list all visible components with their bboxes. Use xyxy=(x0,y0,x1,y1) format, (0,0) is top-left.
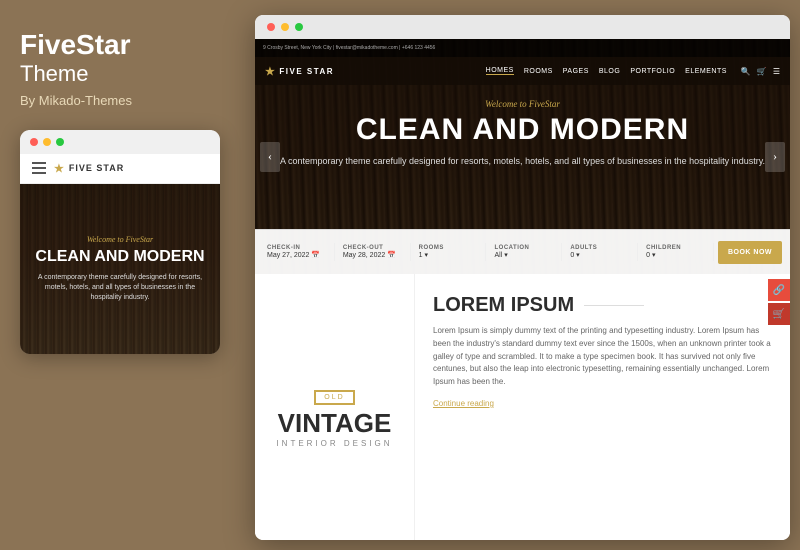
browser-dot-green xyxy=(295,23,303,31)
brand-subtitle: Theme xyxy=(20,61,88,87)
nav-item-portfolio[interactable]: PORTFOLIO xyxy=(630,68,675,75)
checkout-value: May 28, 2022 📅 xyxy=(343,251,406,259)
vintage-section: OLD VINTAGE INTERIOR DESIGN xyxy=(255,274,415,540)
booking-rooms: ROOMS 1 ▾ xyxy=(415,243,487,261)
mobile-headline: CLEAN AND MODERN xyxy=(35,248,204,266)
carousel-arrow-right[interactable]: › xyxy=(765,142,785,172)
dot-green xyxy=(56,138,64,146)
nav-item-elements[interactable]: ELEMENTS xyxy=(685,68,727,75)
nav-icons: 🔍 🛒 ☰ xyxy=(741,67,780,76)
continue-reading-link[interactable]: Continue reading xyxy=(433,399,772,408)
dot-red xyxy=(30,138,38,146)
cart-icon[interactable]: 🛒 xyxy=(757,67,767,76)
nav-item-blog[interactable]: BLOG xyxy=(599,68,620,75)
content-title: LOREM IPSUM xyxy=(433,294,772,317)
desktop-logo: ★ FIVE STAR xyxy=(265,65,482,78)
desktop-preview: 9 Crosby Street, New York City | fivesta… xyxy=(255,15,790,540)
nav-item-rooms[interactable]: ROOMS xyxy=(524,68,553,75)
booking-bar: CHECK-IN May 27, 2022 📅 CHECK-OUT May 28… xyxy=(255,229,790,274)
star-icon: ★ xyxy=(54,162,65,175)
location-value: All ▾ xyxy=(494,251,557,259)
side-icons: 🔗 🛒 xyxy=(768,279,790,325)
desktop-logo-text: FIVE STAR xyxy=(279,67,334,76)
mobile-hero: Welcome to FiveStar CLEAN AND MODERN A c… xyxy=(20,184,220,354)
desktop-subtext: A contemporary theme carefully designed … xyxy=(275,155,770,169)
mobile-nav: ★ FIVE STAR xyxy=(20,154,220,184)
search-icon[interactable]: 🔍 xyxy=(741,67,751,76)
mobile-welcome-text: Welcome to FiveStar xyxy=(87,235,153,244)
carousel-arrow-left[interactable]: ‹ xyxy=(260,142,280,172)
menu-icon[interactable]: ☰ xyxy=(773,67,780,76)
brand-name: FiveStar xyxy=(20,30,131,61)
adults-value: 0 ▾ xyxy=(570,251,633,259)
vintage-badge: OLD xyxy=(314,390,354,405)
mobile-logo: ★ FIVE STAR xyxy=(54,162,124,175)
mobile-logo-text: FIVE STAR xyxy=(69,163,124,173)
mobile-hero-content: Welcome to FiveStar CLEAN AND MODERN A c… xyxy=(20,184,220,354)
vintage-title: VINTAGE xyxy=(278,410,392,436)
booking-checkout: CHECK-OUT May 28, 2022 📅 xyxy=(339,243,411,261)
content-text: Lorem Ipsum is simply dummy text of the … xyxy=(433,325,772,389)
booking-location: LOCATION All ▾ xyxy=(490,243,562,261)
content-section: LOREM IPSUM Lorem Ipsum is simply dummy … xyxy=(415,274,790,540)
booking-children: CHILDREN 0 ▾ xyxy=(642,243,714,261)
top-bar-text: 9 Crosby Street, New York City | fivesta… xyxy=(263,45,435,51)
mobile-browser-bar xyxy=(20,130,220,154)
desktop-browser-bar xyxy=(255,15,790,39)
rooms-value: 1 ▾ xyxy=(419,251,482,259)
desktop-top-nav: 9 Crosby Street, New York City | fivesta… xyxy=(255,39,790,57)
dot-yellow xyxy=(43,138,51,146)
hamburger-icon[interactable] xyxy=(32,162,46,174)
desktop-hero-content: Welcome to FiveStar CLEAN AND MODERN A c… xyxy=(255,99,790,169)
desktop-hero-section: 9 Crosby Street, New York City | fivesta… xyxy=(255,39,790,274)
desktop-welcome-text: Welcome to FiveStar xyxy=(275,99,770,109)
nav-item-pages[interactable]: PAGES xyxy=(563,68,589,75)
browser-dot-red xyxy=(267,23,275,31)
book-now-button[interactable]: BOOK NOW xyxy=(718,241,782,264)
mobile-preview: ★ FIVE STAR Welcome to FiveStar CLEAN AN… xyxy=(20,130,220,354)
brand-author: By Mikado-Themes xyxy=(20,93,132,108)
desktop-bottom-section: OLD VINTAGE INTERIOR DESIGN LOREM IPSUM … xyxy=(255,274,790,540)
side-share-icon[interactable]: 🔗 xyxy=(768,279,790,301)
side-cart-icon[interactable]: 🛒 xyxy=(768,303,790,325)
nav-item-homes[interactable]: HOMES xyxy=(486,67,514,75)
booking-adults: ADULTS 0 ▾ xyxy=(566,243,638,261)
title-line xyxy=(584,305,644,306)
mobile-description: A contemporary theme carefully designed … xyxy=(30,273,210,302)
children-value: 0 ▾ xyxy=(646,251,709,259)
booking-checkin: CHECK-IN May 27, 2022 📅 xyxy=(263,243,335,261)
checkin-value: May 27, 2022 📅 xyxy=(267,251,330,259)
desktop-main-nav: ★ FIVE STAR HOMES ROOMS PAGES BLOG PORTF… xyxy=(255,57,790,85)
vintage-subtitle: INTERIOR DESIGN xyxy=(276,439,392,448)
left-panel: FiveStar Theme By Mikado-Themes ★ FIVE S… xyxy=(0,0,245,550)
browser-dot-yellow xyxy=(281,23,289,31)
desktop-star-icon: ★ xyxy=(265,65,276,78)
nav-items: HOMES ROOMS PAGES BLOG PORTFOLIO ELEMENT… xyxy=(486,67,727,75)
desktop-headline: CLEAN AND MODERN xyxy=(275,115,770,145)
